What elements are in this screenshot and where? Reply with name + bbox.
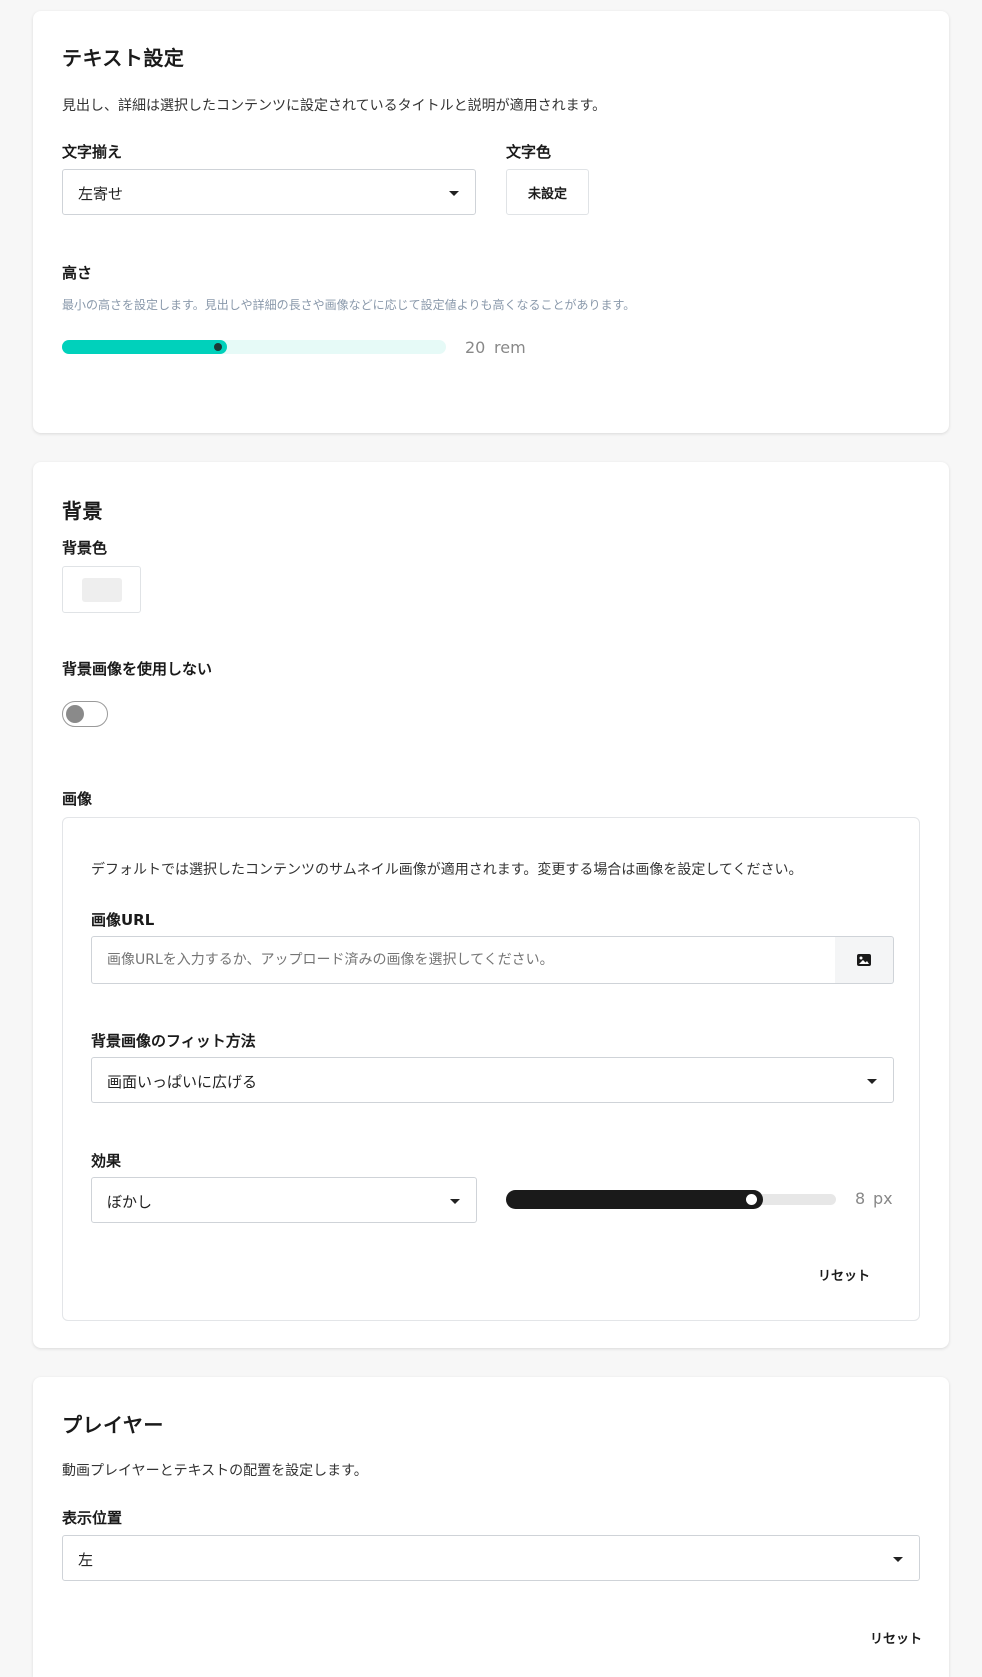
text-color-button[interactable]: 未設定	[506, 169, 589, 215]
display-position-value: 左	[78, 1551, 94, 1569]
image-label: 画像	[62, 790, 93, 808]
text-color-label: 文字色	[506, 143, 552, 161]
image-url-label: 画像URL	[91, 911, 155, 929]
effect-slider[interactable]	[506, 1190, 836, 1209]
text-align-select[interactable]: 左寄せ	[62, 169, 476, 215]
chevron-down-icon	[893, 1557, 903, 1562]
height-label: 高さ	[62, 264, 93, 282]
effect-select[interactable]: ぼかし	[91, 1177, 477, 1223]
chevron-down-icon	[867, 1079, 877, 1084]
height-value: 20	[465, 338, 486, 357]
text-align-label: 文字揃え	[62, 143, 123, 161]
toggle-knob	[66, 705, 84, 723]
text-color-button-label: 未設定	[527, 186, 567, 202]
background-color-button[interactable]	[62, 566, 141, 613]
height-hint: 最小の高さを設定します。見出しや詳細の長さや画像などに応じて設定値よりも高くなる…	[62, 298, 636, 312]
text-align-value: 左寄せ	[78, 185, 124, 203]
no-background-image-toggle[interactable]	[62, 701, 108, 727]
image-picker-button[interactable]	[835, 936, 894, 984]
height-slider-fill	[62, 340, 228, 354]
effect-unit: px	[873, 1189, 893, 1208]
player-description: 動画プレイヤーとテキストの配置を設定します。	[62, 1463, 368, 1479]
effect-value: ぼかし	[107, 1193, 153, 1211]
player-title: プレイヤー	[62, 1413, 164, 1437]
height-slider[interactable]	[62, 340, 446, 354]
height-unit: rem	[494, 338, 526, 357]
display-position-select[interactable]: 左	[62, 1535, 920, 1581]
fit-method-select[interactable]: 画面いっぱいに広げる	[91, 1057, 894, 1103]
effect-label: 効果	[91, 1152, 122, 1170]
background-reset-button[interactable]: リセット	[818, 1265, 870, 1284]
background-color-swatch	[81, 577, 122, 602]
image-url-input[interactable]	[91, 936, 836, 984]
no-background-image-label: 背景画像を使用しない	[62, 660, 213, 678]
text-settings-title: テキスト設定	[62, 46, 185, 70]
player-reset-button[interactable]: リセット	[870, 1628, 922, 1647]
fit-method-label: 背景画像のフィット方法	[91, 1032, 256, 1050]
effect-slider-fill	[506, 1190, 764, 1209]
image-description: デフォルトでは選択したコンテンツのサムネイル画像が適用されます。変更する場合は画…	[91, 862, 803, 878]
image-icon	[857, 954, 871, 966]
text-settings-description: 見出し、詳細は選択したコンテンツに設定されているタイトルと説明が適用されます。	[62, 98, 607, 114]
text-settings-card: テキスト設定 見出し、詳細は選択したコンテンツに設定されているタイトルと説明が適…	[33, 11, 949, 433]
player-card: プレイヤー 動画プレイヤーとテキストの配置を設定します。 表示位置 左 リセット	[33, 1377, 949, 1677]
background-card: 背景 背景色 背景画像を使用しない 画像 デフォルトでは選択したコンテンツのサム…	[33, 462, 949, 1348]
background-title: 背景	[62, 499, 103, 523]
image-settings-panel: デフォルトでは選択したコンテンツのサムネイル画像が適用されます。変更する場合は画…	[62, 817, 920, 1321]
display-position-label: 表示位置	[62, 1509, 123, 1527]
chevron-down-icon	[449, 191, 459, 196]
effect-amount: 8	[855, 1189, 866, 1208]
chevron-down-icon	[450, 1199, 460, 1204]
fit-method-value: 画面いっぱいに広げる	[107, 1073, 258, 1091]
background-color-label: 背景色	[62, 539, 108, 557]
